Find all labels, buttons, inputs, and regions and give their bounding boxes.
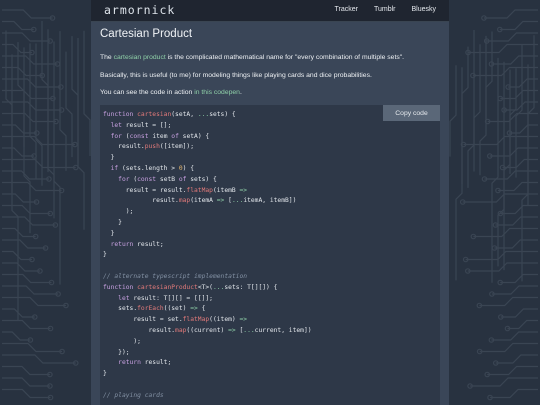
site-header: armornick Tracker Tumblr Bluesky (91, 0, 449, 22)
codepen-text-before: You can see the code in action (100, 89, 195, 96)
codepen-paragraph: You can see the code in action in this c… (100, 89, 440, 96)
site-brand[interactable]: armornick (104, 3, 175, 17)
nav-link-bluesky[interactable]: Bluesky (411, 6, 436, 13)
intro-text-before: The (100, 54, 114, 61)
codepen-text-after: . (239, 89, 242, 96)
site-nav: Tracker Tumblr Bluesky (334, 6, 436, 13)
article-content: Cartesian Product The cartesian product … (91, 22, 449, 405)
usage-paragraph: Basically, this is useful (to me) for mo… (100, 72, 372, 79)
page-container: armornick Tracker Tumblr Bluesky Cartesi… (91, 0, 449, 405)
nav-link-tumblr[interactable]: Tumblr (374, 6, 396, 13)
code-listing: function cartesian(setA, ...sets) { let … (103, 111, 312, 399)
page-title: Cartesian Product (100, 28, 193, 40)
intro-text-after: is the complicated mathematical name for… (165, 54, 405, 61)
code-block: function cartesian(setA, ...sets) { let … (100, 105, 440, 405)
codepen-link[interactable]: in this codepen (194, 89, 240, 96)
intro-paragraph: The cartesian product is the complicated… (100, 54, 440, 61)
copy-code-button[interactable]: Copy code (383, 105, 440, 121)
nav-link-tracker[interactable]: Tracker (334, 6, 357, 13)
cartesian-product-link[interactable]: cartesian product (114, 54, 166, 61)
